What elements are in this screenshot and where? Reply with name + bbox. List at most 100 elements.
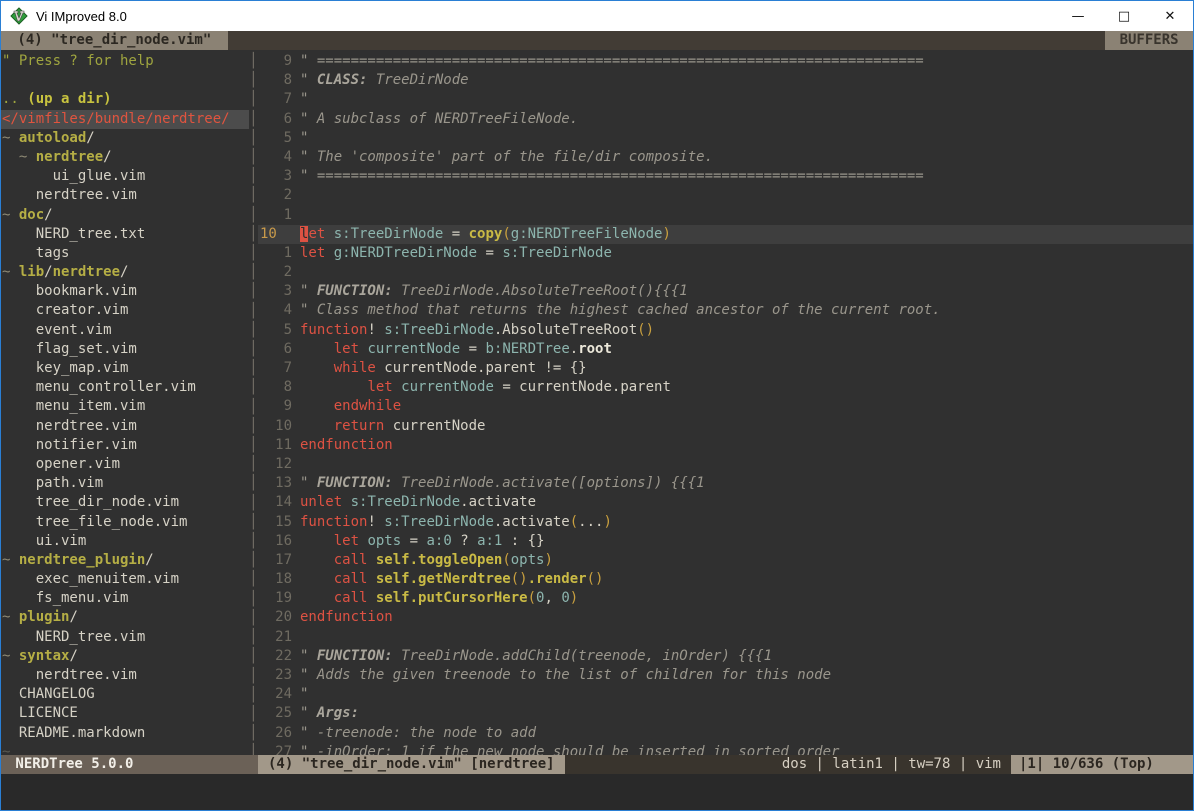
code-line[interactable]: 3" FUNCTION: TreeDirNode.AbsoluteTreeRoo… xyxy=(258,282,1193,301)
code-line[interactable]: 24" xyxy=(258,685,1193,704)
code-line[interactable]: 12 xyxy=(258,455,1193,474)
code-line-current[interactable]: 10let s:TreeDirNode = copy(g:NERDTreeFil… xyxy=(258,225,1193,244)
minimize-button[interactable]: — xyxy=(1055,1,1101,31)
code-line[interactable]: 18 call self.getNerdtree().render() xyxy=(258,570,1193,589)
tree-item[interactable]: ui_glue.vim xyxy=(1,167,249,186)
code-line[interactable]: 5" xyxy=(258,129,1193,148)
code-line[interactable]: 7 while currentNode.parent != {} xyxy=(258,359,1193,378)
code-line[interactable]: 16 let opts = a:0 ? a:1 : {} xyxy=(258,532,1193,551)
code-line[interactable]: 14unlet s:TreeDirNode.activate xyxy=(258,493,1193,512)
code-line[interactable]: 4" Class method that returns the highest… xyxy=(258,301,1193,320)
tree-item[interactable]: menu_item.vim xyxy=(1,397,249,416)
code-line[interactable]: 9 endwhile xyxy=(258,397,1193,416)
code-line[interactable]: 19 call self.putCursorHere(0, 0) xyxy=(258,589,1193,608)
code-text xyxy=(292,455,308,474)
tree-item[interactable]: nerdtree.vim xyxy=(1,186,249,205)
code-line[interactable]: 1let g:NERDTreeDirNode = s:TreeDirNode xyxy=(258,244,1193,263)
statusline-nerdtree: NERDTree 5.0.0 xyxy=(1,755,258,774)
line-number: 8 xyxy=(258,71,292,90)
tree-item[interactable]: LICENCE xyxy=(1,704,249,723)
code-line[interactable]: 11endfunction xyxy=(258,436,1193,455)
tree-item[interactable]: ~ xyxy=(1,743,249,755)
code-line[interactable]: 7" xyxy=(258,90,1193,109)
tree-item[interactable]: NERD_tree.txt xyxy=(1,225,249,244)
tree-item[interactable]: event.vim xyxy=(1,321,249,340)
tree-item[interactable]: NERD_tree.vim xyxy=(1,628,249,647)
code-line[interactable]: 13" FUNCTION: TreeDirNode.activate([opti… xyxy=(258,474,1193,493)
line-number: 2 xyxy=(258,186,292,205)
tree-item[interactable]: creator.vim xyxy=(1,301,249,320)
tree-item[interactable]: .. (up a dir) xyxy=(1,90,249,109)
code-line[interactable]: 5function! s:TreeDirNode.AbsoluteTreeRoo… xyxy=(258,321,1193,340)
command-line[interactable] xyxy=(1,774,1193,810)
code-line[interactable]: 6 let currentNode = b:NERDTree.root xyxy=(258,340,1193,359)
buffers-label[interactable]: BUFFERS xyxy=(1105,31,1193,50)
nerdtree-panel[interactable]: " Press ? for help .. (up a dir)</vimfil… xyxy=(1,50,249,755)
tree-item[interactable]: " Press ? for help xyxy=(1,52,249,71)
tabline: (4) "tree_dir_node.vim" BUFFERS xyxy=(1,31,1193,50)
code-text: " xyxy=(292,685,308,704)
code-line[interactable]: 27" -inOrder: 1 if the new node should b… xyxy=(258,743,1193,755)
tree-item[interactable] xyxy=(1,71,249,90)
code-text: " A subclass of NERDTreeFileNode. xyxy=(292,110,578,129)
code-line[interactable]: 8" CLASS: TreeDirNode xyxy=(258,71,1193,90)
code-line[interactable]: 3" =====================================… xyxy=(258,167,1193,186)
tree-item[interactable]: path.vim xyxy=(1,474,249,493)
tree-item[interactable]: flag_set.vim xyxy=(1,340,249,359)
tree-item[interactable]: nerdtree.vim xyxy=(1,666,249,685)
code-line[interactable]: 23" Adds the given treenode to the list … xyxy=(258,666,1193,685)
tree-root-item[interactable]: </vimfiles/bundle/nerdtree/ xyxy=(1,110,249,129)
tree-item[interactable]: tags xyxy=(1,244,249,263)
code-text xyxy=(292,263,308,282)
tree-item[interactable]: tree_file_node.vim xyxy=(1,513,249,532)
tree-item[interactable]: ~ nerdtree_plugin/ xyxy=(1,551,249,570)
code-line[interactable]: 6" A subclass of NERDTreeFileNode. xyxy=(258,110,1193,129)
code-text xyxy=(292,206,308,225)
tree-item[interactable]: ui.vim xyxy=(1,532,249,551)
code-line[interactable]: 4" The 'composite' part of the file/dir … xyxy=(258,148,1193,167)
code-text: " Args: xyxy=(292,704,359,723)
tree-item[interactable]: bookmark.vim xyxy=(1,282,249,301)
maximize-button[interactable]: □ xyxy=(1101,1,1147,31)
code-line[interactable]: 1 xyxy=(258,206,1193,225)
tree-item[interactable]: nerdtree.vim xyxy=(1,417,249,436)
tree-item[interactable]: opener.vim xyxy=(1,455,249,474)
tab-current-buffer[interactable]: (4) "tree_dir_node.vim" xyxy=(1,31,228,50)
tree-item[interactable]: notifier.vim xyxy=(1,436,249,455)
code-line[interactable]: 2 xyxy=(258,186,1193,205)
code-line[interactable]: 22" FUNCTION: TreeDirNode.addChild(treen… xyxy=(258,647,1193,666)
code-panel[interactable]: 9" =====================================… xyxy=(258,50,1193,755)
tree-item[interactable]: ~ autoload/ xyxy=(1,129,249,148)
code-line[interactable]: 9" =====================================… xyxy=(258,52,1193,71)
code-line[interactable]: 17 call self.toggleOpen(opts) xyxy=(258,551,1193,570)
close-button[interactable]: ✕ xyxy=(1147,1,1193,31)
code-line[interactable]: 21 xyxy=(258,628,1193,647)
tree-item[interactable]: ~ lib/nerdtree/ xyxy=(1,263,249,282)
tree-item[interactable]: fs_menu.vim xyxy=(1,589,249,608)
titlebar: Vi IMproved 8.0 — □ ✕ xyxy=(1,1,1193,31)
tree-item[interactable]: menu_controller.vim xyxy=(1,378,249,397)
code-text: " FUNCTION: TreeDirNode.AbsoluteTreeRoot… xyxy=(292,282,688,301)
tree-item[interactable]: ~ doc/ xyxy=(1,206,249,225)
code-line[interactable]: 20endfunction xyxy=(258,608,1193,627)
code-text: " FUNCTION: TreeDirNode.activate([option… xyxy=(292,474,705,493)
tree-item[interactable]: ~ nerdtree/ xyxy=(1,148,249,167)
code-line[interactable]: 10 return currentNode xyxy=(258,417,1193,436)
tree-item[interactable]: ~ plugin/ xyxy=(1,608,249,627)
tree-item[interactable]: key_map.vim xyxy=(1,359,249,378)
tree-item[interactable]: ~ syntax/ xyxy=(1,647,249,666)
vim-window: Vi IMproved 8.0 — □ ✕ (4) "tree_dir_node… xyxy=(0,0,1194,811)
line-number: 4 xyxy=(258,301,292,320)
code-line[interactable]: 2 xyxy=(258,263,1193,282)
code-line[interactable]: 15function! s:TreeDirNode.activate(...) xyxy=(258,513,1193,532)
code-line[interactable]: 25" Args: xyxy=(258,704,1193,723)
tree-item[interactable]: README.markdown xyxy=(1,724,249,743)
code-text: " FUNCTION: TreeDirNode.addChild(treenod… xyxy=(292,647,772,666)
code-line[interactable]: 8 let currentNode = currentNode.parent xyxy=(258,378,1193,397)
tree-item[interactable]: exec_menuitem.vim xyxy=(1,570,249,589)
code-line[interactable]: 26" -treenode: the node to add xyxy=(258,724,1193,743)
code-text: endwhile xyxy=(292,397,401,416)
tree-item[interactable]: CHANGELOG xyxy=(1,685,249,704)
window-separator[interactable]: │ │ │ │ │ │ │ │ │ │ │ │ │ │ │ │ │ │ │ │ … xyxy=(249,50,258,755)
tree-item[interactable]: tree_dir_node.vim xyxy=(1,493,249,512)
